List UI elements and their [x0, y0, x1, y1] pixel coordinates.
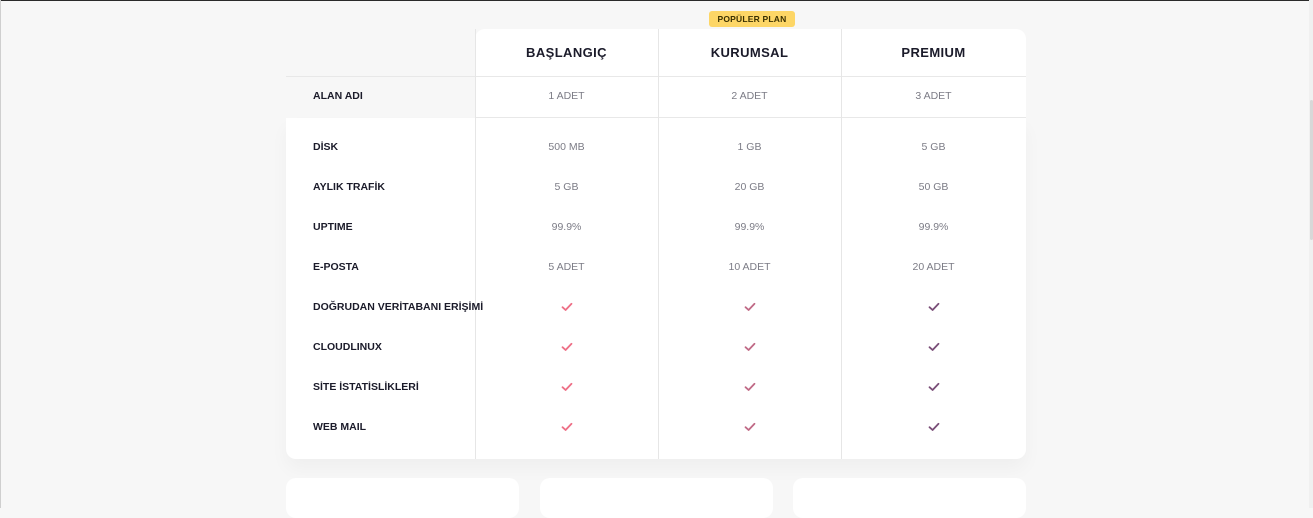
feature-value: 20 GB — [734, 181, 765, 193]
feature-label: WEB MAIL — [313, 421, 367, 433]
feature-row-site-istatislikleri: SİTE İSTATİSLİKLERİ — [286, 377, 1026, 397]
feature-row-disk: DİSK 500 MB 1 GB 5 GB — [286, 137, 1026, 157]
check-icon — [744, 342, 756, 352]
feature-check — [841, 297, 1026, 317]
check-icon — [928, 382, 940, 392]
feature-value: 1 ADET — [548, 90, 585, 102]
plan-header-baslangic: BAŞLANGIÇ — [526, 45, 607, 60]
feature-label: DİSK — [313, 141, 339, 153]
check-icon — [928, 422, 940, 432]
check-icon — [744, 382, 756, 392]
feature-check — [475, 377, 658, 397]
feature-row-web-mail: WEB MAIL — [286, 417, 1026, 437]
plan-header-premium: PREMIUM — [901, 45, 966, 60]
check-icon — [561, 422, 573, 432]
feature-value: 500 MB — [548, 141, 585, 153]
feature-check — [841, 417, 1026, 437]
check-icon — [561, 382, 573, 392]
feature-label: ALAN ADI — [313, 90, 363, 102]
popular-plan-badge: POPÜLER PLAN — [709, 11, 795, 27]
feature-label: UPTIME — [313, 221, 353, 233]
feature-label: SİTE İSTATİSLİKLERİ — [313, 381, 419, 393]
feature-row-veritabani-erisimi: DOĞRUDAN VERİTABANI ERİŞİMİ — [286, 297, 1026, 317]
feature-value: 20 ADET — [912, 261, 955, 273]
feature-check — [658, 417, 841, 437]
feature-row-cloudlinux: CLOUDLINUX — [286, 337, 1026, 357]
plan-header-kurumsal: KURUMSAL — [710, 45, 789, 60]
feature-label: E-POSTA — [313, 261, 359, 273]
window-left-edge — [0, 0, 1, 508]
check-icon — [561, 302, 573, 312]
feature-value: 1 GB — [737, 141, 762, 153]
feature-check — [475, 337, 658, 357]
page-scrollbar[interactable] — [1309, 0, 1313, 508]
feature-check — [841, 377, 1026, 397]
feature-value: 3 ADET — [915, 90, 952, 102]
window-top-edge — [0, 0, 1313, 1]
feature-check — [475, 417, 658, 437]
pricing-card — [540, 478, 773, 518]
feature-value: 5 GB — [921, 141, 946, 153]
pricing-card — [286, 478, 519, 518]
feature-value: 10 ADET — [728, 261, 771, 273]
feature-check — [658, 337, 841, 357]
check-icon — [928, 342, 940, 352]
first-row-divider — [475, 117, 1026, 118]
feature-value: 99.9% — [551, 221, 582, 233]
feature-check — [658, 377, 841, 397]
feature-check — [475, 297, 658, 317]
check-icon — [928, 302, 940, 312]
features-panel — [286, 118, 1026, 459]
check-icon — [744, 302, 756, 312]
feature-label: AYLIK TRAFİK — [313, 181, 385, 193]
feature-label: DOĞRUDAN VERİTABANI ERİŞİMİ — [313, 301, 484, 313]
feature-check — [841, 337, 1026, 357]
check-icon — [561, 342, 573, 352]
feature-value: 50 GB — [918, 181, 949, 193]
feature-row-alan-adi: ALAN ADI 1 ADET 2 ADET 3 ADET — [286, 86, 1026, 106]
feature-check — [658, 297, 841, 317]
feature-value: 2 ADET — [731, 90, 768, 102]
feature-row-uptime: UPTIME 99.9% 99.9% 99.9% — [286, 217, 1026, 237]
feature-value: 99.9% — [734, 221, 765, 233]
feature-row-e-posta: E-POSTA 5 ADET 10 ADET 20 ADET — [286, 257, 1026, 277]
pricing-comparison-table: POPÜLER PLAN BAŞLANGIÇ KURUMSAL PREMIUM … — [286, 11, 1026, 459]
check-icon — [744, 422, 756, 432]
pricing-card — [793, 478, 1026, 518]
feature-value: 99.9% — [918, 221, 949, 233]
feature-value: 5 ADET — [548, 261, 585, 273]
header-divider — [286, 76, 1026, 77]
feature-row-aylik-trafik: AYLIK TRAFİK 5 GB 20 GB 50 GB — [286, 177, 1026, 197]
feature-label: CLOUDLINUX — [313, 341, 382, 353]
feature-value: 5 GB — [554, 181, 579, 193]
